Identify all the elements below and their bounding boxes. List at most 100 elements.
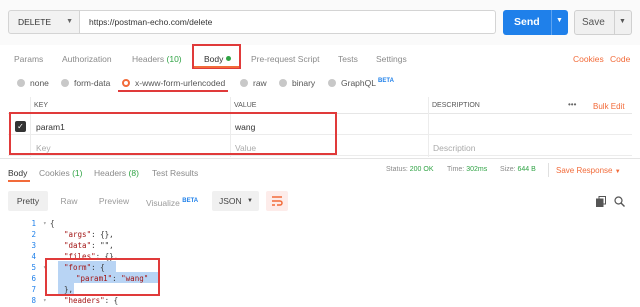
status-readout: Status: 200 OK	[386, 166, 434, 173]
response-cookies-label: Cookies	[39, 168, 70, 178]
json-punct: : {	[104, 296, 119, 305]
response-tab-test-results[interactable]: Test Results	[152, 168, 198, 178]
preview-button[interactable]: Preview	[94, 191, 134, 211]
time-label: Time:	[447, 166, 465, 173]
save-button[interactable]: Save ▼	[574, 10, 632, 35]
radio-form-data-label: form-data	[74, 78, 111, 88]
tab-settings[interactable]: Settings	[376, 54, 407, 64]
line-number: 1	[31, 219, 36, 228]
json-key: "args"	[64, 230, 92, 239]
url-input[interactable]: https://postman-echo.com/delete	[80, 10, 496, 34]
radio-none-label: none	[30, 78, 49, 88]
tab-tests[interactable]: Tests	[338, 54, 358, 64]
col-description: DESCRIPTION	[432, 102, 480, 109]
pretty-button[interactable]: Pretty	[8, 191, 48, 211]
status-value: 200 OK	[409, 166, 434, 173]
tab-prerequest-script[interactable]: Pre-request Script	[251, 54, 320, 64]
form-highlight-box	[45, 258, 160, 296]
fold-toggle-icon[interactable]: ▾	[43, 220, 47, 227]
radio-urlencoded[interactable]: x-www-form-urlencoded	[122, 78, 225, 88]
size-readout: Size: 644 B	[500, 166, 536, 173]
response-tab-cookies[interactable]: Cookies (1)	[39, 168, 82, 178]
code-line: "headers": {	[64, 296, 118, 305]
radio-none-dot	[17, 79, 25, 87]
json-punct: : "",	[91, 241, 114, 250]
tab-headers[interactable]: Headers (10)	[132, 54, 182, 64]
size-label: Size:	[500, 166, 516, 173]
method-select[interactable]: DELETE ▼	[8, 10, 80, 34]
line-number: 8	[31, 296, 36, 305]
code-link[interactable]: Code	[610, 54, 630, 64]
radio-urlencoded-dot	[122, 79, 130, 87]
line-number: 2	[31, 230, 36, 239]
time-value: 302ms	[466, 166, 488, 173]
size-value: 644 B	[517, 166, 536, 173]
copy-icon[interactable]	[596, 196, 606, 207]
line-number: 4	[31, 252, 36, 261]
status-label: Status:	[386, 166, 408, 173]
tab-headers-label: Headers	[132, 54, 165, 64]
visualize-beta-badge: BETA	[182, 198, 199, 204]
visualize-label: Visualize	[146, 198, 180, 208]
params-highlight-box	[9, 112, 337, 155]
send-label: Send	[514, 16, 540, 28]
response-cookies-count: (1)	[72, 168, 83, 178]
radio-urlencoded-label: x-www-form-urlencoded	[135, 78, 226, 88]
new-description-input[interactable]: Description	[433, 143, 476, 153]
save-response-label: Save Response	[556, 166, 613, 175]
send-divider	[551, 10, 552, 35]
save-divider	[614, 11, 615, 34]
radio-form-data-dot	[61, 79, 69, 87]
save-options-chevron-icon[interactable]: ▼	[619, 18, 626, 25]
tab-headers-count: (10)	[166, 54, 182, 64]
visualize-button[interactable]: Visualize BETA	[146, 191, 208, 211]
chevron-down-icon: ▼	[247, 198, 253, 204]
col-key: KEY	[34, 102, 49, 109]
format-select[interactable]: JSON ▼	[212, 191, 259, 211]
line-number: 5	[31, 263, 36, 272]
raw-button[interactable]: Raw	[56, 191, 82, 211]
send-options-chevron-icon[interactable]: ▼	[556, 17, 563, 24]
radio-raw[interactable]: raw	[240, 78, 267, 88]
line-number: 6	[31, 274, 36, 283]
tab-authorization[interactable]: Authorization	[62, 54, 112, 64]
save-response-button[interactable]: Save Response ▼	[556, 166, 621, 175]
cookies-link[interactable]: Cookies	[573, 54, 604, 64]
tab-params[interactable]: Params	[14, 54, 43, 64]
radio-graphql[interactable]: GraphQL BETA	[328, 78, 394, 88]
json-punct: : {},	[91, 230, 114, 239]
send-button[interactable]: Send ▼	[503, 10, 568, 35]
radio-binary-label: binary	[292, 78, 316, 88]
format-label: JSON	[219, 196, 242, 206]
response-tab-body[interactable]: Body	[8, 168, 27, 178]
response-body-underline	[8, 180, 30, 182]
wrap-lines-button[interactable]	[266, 191, 288, 211]
radio-graphql-dot	[328, 79, 336, 87]
column-divider	[428, 97, 429, 157]
chevron-down-icon: ▼	[66, 18, 73, 25]
time-readout: Time: 302ms	[447, 166, 487, 173]
graphql-beta-badge: BETA	[378, 78, 394, 84]
response-headers-label: Headers	[94, 168, 127, 178]
line-number: 3	[31, 241, 36, 250]
save-label: Save	[582, 17, 605, 28]
radio-graphql-label: GraphQL	[341, 78, 376, 88]
json-key: "headers"	[64, 296, 105, 305]
fold-toggle-icon[interactable]: ▾	[43, 297, 47, 304]
response-headers-count: (8)	[128, 168, 139, 178]
radio-binary[interactable]: binary	[279, 78, 315, 88]
response-tab-headers[interactable]: Headers (8)	[94, 168, 139, 178]
wrap-lines-icon	[272, 196, 283, 206]
col-value: VALUE	[234, 102, 257, 109]
radio-form-data[interactable]: form-data	[61, 78, 110, 88]
radio-raw-label: raw	[253, 78, 267, 88]
code-line: "data": "",	[64, 241, 114, 250]
more-options-icon[interactable]: •••	[568, 100, 576, 109]
request-url-bar: DELETE ▼ https://postman-echo.com/delete…	[0, 0, 640, 45]
radio-none[interactable]: none	[17, 78, 49, 88]
body-tab-underline	[194, 66, 239, 68]
code-line: "args": {},	[64, 230, 114, 239]
search-icon[interactable]	[614, 196, 625, 207]
code-line: {	[50, 219, 55, 228]
bulk-edit-link[interactable]: Bulk Edit	[593, 102, 625, 111]
